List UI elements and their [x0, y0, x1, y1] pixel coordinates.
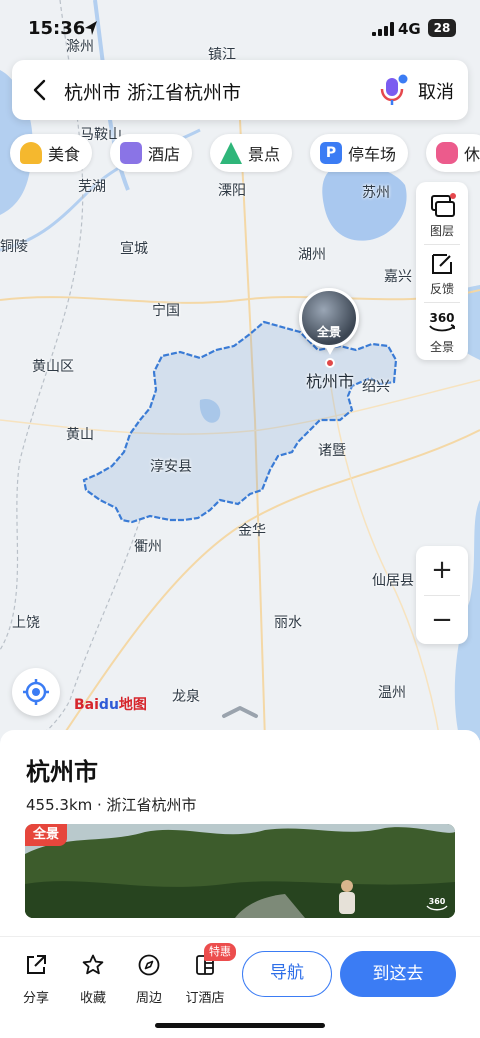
map-label-wenzhou[interactable]: 温州 — [378, 682, 406, 702]
feedback-label: 反馈 — [429, 282, 454, 296]
share-button[interactable]: 分享 — [13, 953, 59, 1006]
map-label-tongling[interactable]: 铜陵 — [0, 236, 28, 256]
map-label-shaoxing[interactable]: 绍兴 — [362, 376, 390, 396]
logo-part2: du — [98, 697, 119, 713]
back-arrow-icon[interactable] — [26, 76, 54, 104]
nearby-button[interactable]: 周边 — [126, 953, 172, 1006]
svg-text:360: 360 — [429, 897, 446, 906]
layers-label: 图层 — [429, 224, 454, 238]
chip-leisure-label: 休 — [464, 145, 480, 164]
locate-icon — [23, 679, 49, 705]
map-label-shangrao[interactable]: 上饶 — [12, 612, 40, 632]
panorama-pin[interactable]: 全景 — [299, 288, 359, 348]
bottom-action-bar: 分享 收藏 周边 订酒店 特惠 导航 到这去 — [0, 936, 480, 1038]
panorama-360-icon: 360 — [429, 311, 455, 332]
compass-icon — [138, 954, 160, 976]
map-tools-panel: 图层 反馈 360 全景 — [416, 182, 468, 360]
locate-me-button[interactable] — [12, 668, 60, 716]
layers-icon — [431, 193, 456, 217]
place-meta: 455.3km · 浙江省杭州市 — [26, 796, 197, 814]
cancel-button[interactable]: 取消 — [418, 78, 454, 104]
panorama-pin-label: 全景 — [316, 325, 341, 339]
share-label: 分享 — [22, 991, 49, 1006]
map-label-lishui[interactable]: 丽水 — [274, 612, 302, 632]
feedback-icon — [432, 254, 452, 274]
chip-parking-label: 停车场 — [348, 145, 397, 164]
logo-part3: 地图 — [118, 697, 147, 713]
panorama-label: 全景 — [429, 340, 454, 354]
hangzhou-boundary — [82, 320, 398, 524]
favorite-label: 收藏 — [79, 991, 106, 1006]
location-marker[interactable] — [325, 358, 335, 368]
map-label-ningguo[interactable]: 宁国 — [152, 300, 180, 320]
map-label-suzhou[interactable]: 苏州 — [362, 182, 390, 202]
baidu-map-logo: Baidu地图 — [74, 694, 147, 714]
place-name: 杭州市 — [26, 758, 98, 786]
share-icon — [27, 955, 46, 974]
hotel-icon — [120, 142, 142, 164]
panorama-360-icon: 360 — [426, 897, 448, 911]
chip-scenic-label: 景点 — [248, 145, 281, 164]
map-label-wuhu[interactable]: 芜湖 — [78, 176, 106, 196]
chip-scenic[interactable]: 景点 — [210, 134, 293, 172]
status-time: 15:36 — [28, 18, 86, 39]
zoom-in-button[interactable]: + — [416, 546, 468, 594]
logo-part1: Bai — [74, 697, 99, 713]
location-arrow-icon — [85, 21, 97, 35]
map-label-jiaxing[interactable]: 嘉兴 — [384, 266, 412, 286]
photo-scene — [25, 824, 455, 918]
chip-hotel[interactable]: 酒店 — [110, 134, 193, 172]
book-hotel-label: 订酒店 — [185, 991, 225, 1006]
zoom-out-button[interactable]: − — [416, 596, 468, 644]
map-label-huzhou[interactable]: 湖州 — [298, 244, 326, 264]
signal-icon — [372, 22, 394, 36]
chip-parking[interactable]: P 停车场 — [310, 134, 409, 172]
star-icon — [82, 954, 104, 975]
discount-badge: 特惠 — [204, 943, 236, 961]
panorama-badge: 全景 — [25, 824, 68, 846]
leisure-icon — [436, 142, 458, 164]
svg-text:360: 360 — [429, 311, 454, 325]
network-type: 4G — [398, 20, 421, 38]
chip-hotel-label: 酒店 — [148, 145, 181, 164]
map-label-hangzhou[interactable]: 杭州市 — [306, 368, 354, 392]
panorama-pin-tip — [325, 346, 335, 355]
map-label-huangshan[interactable]: 黄山 — [66, 424, 94, 444]
map-label-jinhua[interactable]: 金华 — [238, 520, 266, 540]
go-here-button[interactable]: 到这去 — [340, 951, 456, 997]
battery-icon: 28 — [428, 19, 456, 37]
map-label-huangshanqu[interactable]: 黄山区 — [32, 356, 74, 376]
sheet-expand-handle-icon[interactable] — [220, 704, 260, 720]
food-icon — [20, 142, 42, 164]
panorama-button[interactable]: 360 全景 — [416, 302, 468, 360]
scenic-icon — [220, 142, 242, 164]
home-indicator — [155, 1023, 325, 1028]
search-query[interactable]: 杭州市 浙江省杭州市 — [64, 78, 241, 105]
category-chips: 美食 酒店 景点 P 停车场 休 — [0, 134, 480, 172]
chip-food-label: 美食 — [48, 145, 81, 164]
panorama-photo[interactable]: 全景 360 — [25, 824, 455, 918]
search-bar[interactable]: 杭州市 浙江省杭州市 取消 — [12, 60, 468, 120]
layers-button[interactable]: 图层 — [416, 186, 468, 244]
chip-food[interactable]: 美食 — [10, 134, 93, 172]
map-label-xuancheng[interactable]: 宣城 — [120, 238, 148, 258]
place-detail-sheet[interactable]: 杭州市 455.3km · 浙江省杭州市 全景 360 — [0, 730, 480, 940]
favorite-button[interactable]: 收藏 — [70, 953, 116, 1006]
nearby-label: 周边 — [135, 991, 162, 1006]
map-label-zhuji[interactable]: 诸暨 — [318, 440, 346, 460]
status-bar: 15:36 4G 28 — [0, 0, 480, 56]
navigate-button[interactable]: 导航 — [242, 951, 332, 997]
map-label-chunan[interactable]: 淳安县 — [150, 456, 192, 476]
map-label-xianju[interactable]: 仙居县 — [372, 570, 414, 590]
voice-assistant-icon[interactable] — [378, 74, 408, 106]
map-label-quzhou[interactable]: 衢州 — [134, 536, 162, 556]
zoom-control: + − — [416, 546, 468, 644]
chip-leisure[interactable]: 休 — [426, 134, 480, 172]
map-label-longquan[interactable]: 龙泉 — [172, 686, 200, 706]
parking-icon: P — [320, 142, 342, 164]
feedback-button[interactable]: 反馈 — [416, 244, 468, 302]
map-label-liyang[interactable]: 溧阳 — [218, 180, 246, 200]
